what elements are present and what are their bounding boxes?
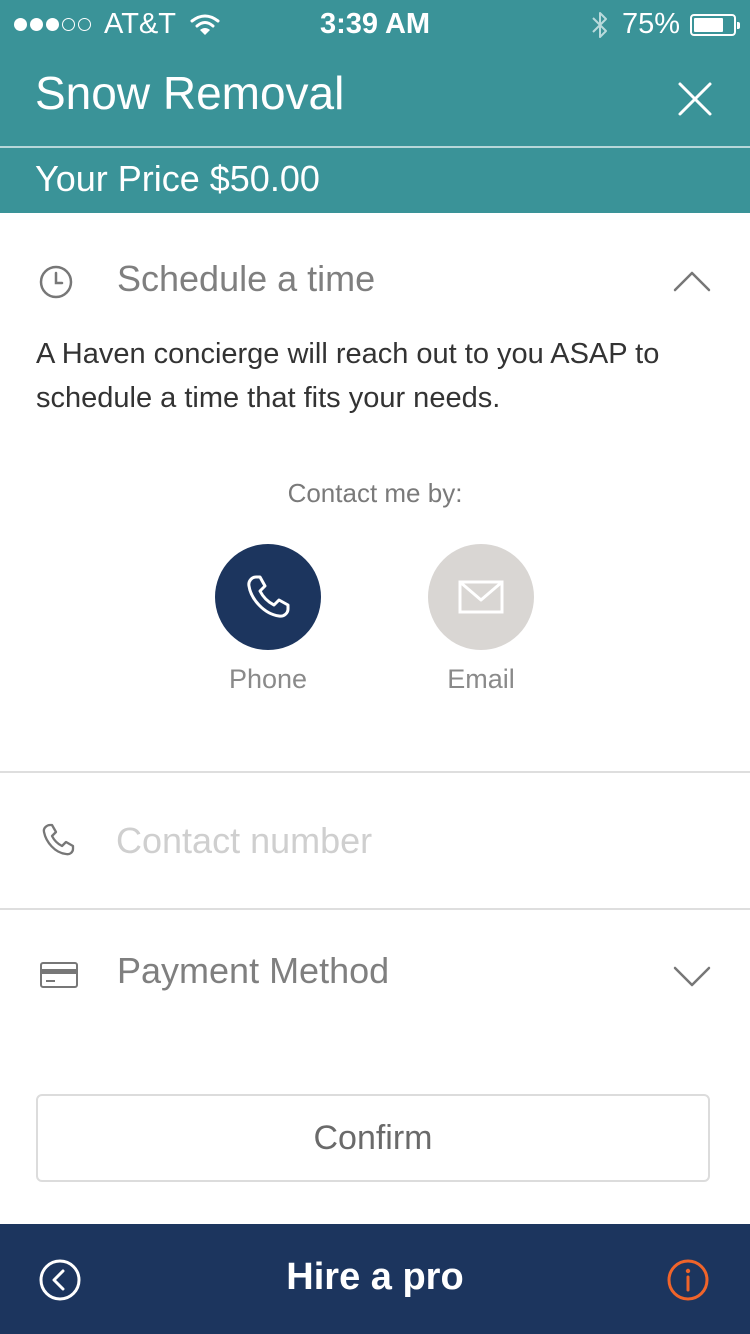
page-title: Snow Removal [35,67,345,119]
battery-icon [690,13,740,36]
phone-icon [247,575,290,618]
phone-option-label: Phone [228,664,308,694]
contact-method-label: Contact me by: [287,478,463,508]
email-option-label: Email [447,664,515,694]
divider [0,908,750,910]
chevron-up-icon[interactable] [672,268,712,296]
schedule-header[interactable]: Schedule a time [117,258,375,300]
phone-option-button[interactable] [215,544,321,650]
envelope-icon [458,580,504,614]
info-icon[interactable] [666,1258,710,1302]
close-icon[interactable] [670,74,720,124]
clock-icon [39,265,73,299]
confirm-button[interactable]: Confirm [36,1094,710,1182]
email-option-button[interactable] [428,544,534,650]
bluetooth-icon [592,11,607,38]
phone-icon [42,823,75,856]
schedule-description: A Haven concierge will reach out to you … [36,338,660,414]
chevron-down-icon[interactable] [672,962,712,990]
credit-card-icon [40,962,78,988]
title-bar: Snow Removal [0,52,750,148]
divider [0,771,750,773]
status-bar: AT&T 3:39 AM 75% [0,0,750,52]
battery-percent: 75% [621,8,680,40]
payment-method-select[interactable]: Payment Method [117,950,389,992]
status-right: 75% [590,8,740,41]
contact-number-input[interactable] [116,815,696,867]
header-area: AT&T 3:39 AM 75% Snow Removal Your Price… [0,0,750,213]
battery-fill [694,17,723,32]
hire-a-pro-title: Hire a pro [286,1256,464,1298]
bottom-bar: Hire a pro [0,1224,750,1334]
price-label: Your Price $50.00 [35,158,320,199]
